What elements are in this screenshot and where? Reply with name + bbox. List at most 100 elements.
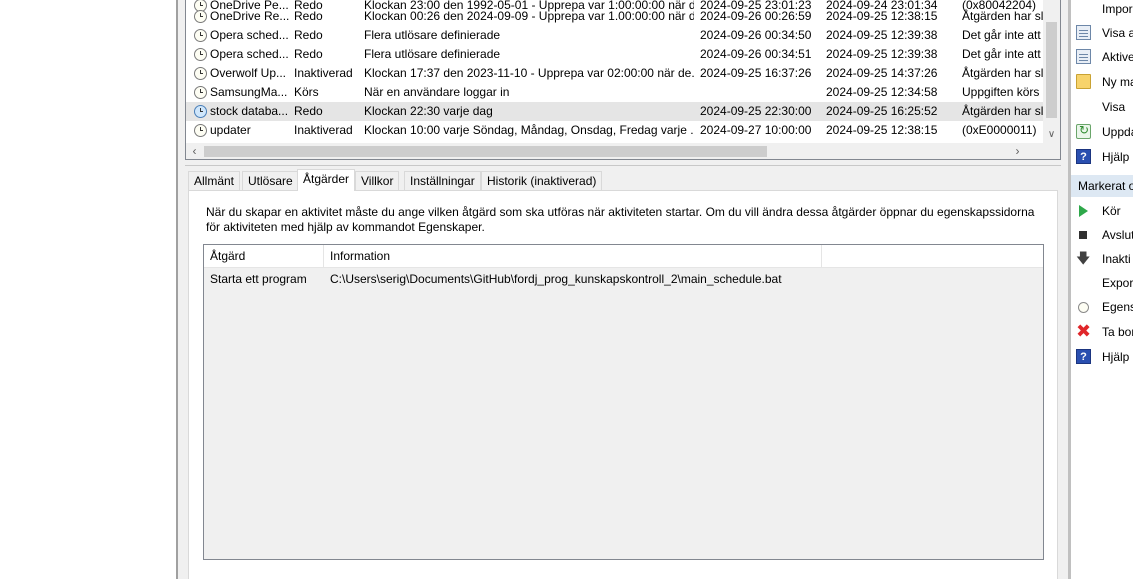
scrollbar-corner <box>1043 143 1060 159</box>
task-next-run: 2024-09-26 00:26:59 <box>700 9 812 23</box>
task-result: Det går inte att <box>962 28 1041 42</box>
action-import[interactable]: Impor <box>1071 0 1133 21</box>
task-row[interactable]: Opera sched... Redo Flera utlösare defin… <box>186 45 1044 64</box>
action-label: Visa <box>1102 100 1126 114</box>
task-last-run: 2024-09-25 12:39:38 <box>826 28 938 42</box>
center-pane: OneDrive Pe... Redo Klockan 23:00 den 19… <box>178 0 1068 579</box>
task-last-run: 2024-09-25 12:38:15 <box>826 123 938 137</box>
action-type: Starta ett program <box>210 272 307 286</box>
actions-table: Åtgärd Information Starta ett program C:… <box>203 244 1044 560</box>
clock-icon <box>194 48 207 61</box>
help-icon: ? <box>1076 349 1091 364</box>
vertical-scrollbar[interactable]: ∨ <box>1043 0 1060 143</box>
task-last-run: 2024-09-25 14:37:26 <box>826 66 938 80</box>
vertical-scroll-thumb[interactable] <box>1046 22 1057 118</box>
action-label: Aktive <box>1102 50 1133 64</box>
task-name: Opera sched... <box>210 28 289 42</box>
task-result: Det går inte att <box>962 47 1041 61</box>
new-folder-icon <box>1076 74 1091 89</box>
action-label: Expor <box>1102 276 1133 290</box>
task-next-run: 2024-09-27 10:00:00 <box>700 123 812 137</box>
task-row[interactable]: Opera sched... Redo Flera utlösare defin… <box>186 26 1044 45</box>
tab-history[interactable]: Historik (inaktiverad) <box>481 171 603 191</box>
selected-item-section-header[interactable]: Markerat o <box>1071 175 1133 197</box>
enable-history-icon <box>1076 49 1091 64</box>
clock-icon <box>194 67 207 80</box>
scroll-down-icon[interactable]: ∨ <box>1043 126 1060 143</box>
actions-tab-panel: När du skapar en aktivitet måste du ange… <box>188 190 1058 579</box>
tab-settings[interactable]: Inställningar <box>404 171 481 191</box>
task-row-selected[interactable]: stock databa... Redo Klockan 22:30 varje… <box>186 102 1044 121</box>
task-result: Åtgärden har sl <box>962 66 1044 80</box>
clock-icon <box>194 86 207 99</box>
tab-triggers[interactable]: Utlösare <box>242 171 299 191</box>
scroll-left-icon[interactable]: ‹ <box>186 143 203 159</box>
task-next-run: 2024-09-25 22:30:00 <box>700 104 812 118</box>
action-label: Ta bor <box>1102 325 1133 339</box>
task-trigger: Klockan 00:26 den 2024-09-09 - Upprepa v… <box>364 9 694 23</box>
help-icon: ? <box>1076 149 1091 164</box>
task-row[interactable]: Overwolf Up... Inaktiverad Klockan 17:37… <box>186 64 1044 83</box>
clock-icon <box>194 124 207 137</box>
action-export[interactable]: Expor <box>1071 271 1133 295</box>
action-refresh[interactable]: Uppda <box>1071 120 1133 144</box>
action-view[interactable]: Visa <box>1071 95 1133 119</box>
action-view-all[interactable]: Visa a <box>1071 21 1133 45</box>
action-enable-history[interactable]: Aktive <box>1071 45 1133 69</box>
task-list: OneDrive Pe... Redo Klockan 23:00 den 19… <box>185 0 1061 160</box>
task-name: SamsungMa... <box>210 85 288 99</box>
task-result: Uppgiften körs <box>962 85 1040 99</box>
tab-conditions[interactable]: Villkor <box>355 171 400 191</box>
task-status: Redo <box>294 28 323 42</box>
table-row[interactable]: Starta ett program C:\Users\serig\Docume… <box>204 269 1043 289</box>
column-header-action[interactable]: Åtgärd <box>204 245 324 268</box>
task-status: Redo <box>294 9 323 23</box>
task-result: Åtgärden har sl <box>962 104 1044 118</box>
action-label: Egens <box>1102 300 1133 314</box>
scroll-right-icon[interactable]: › <box>1009 143 1026 159</box>
run-icon <box>1079 205 1088 217</box>
disable-icon: 🡇 <box>1076 250 1091 266</box>
task-trigger: Flera utlösare definierade <box>364 28 501 42</box>
horizontal-scrollbar[interactable]: ‹ › <box>186 143 1044 159</box>
action-end[interactable]: Avslut <box>1071 223 1133 247</box>
view-all-icon <box>1076 25 1091 40</box>
task-status: Inaktiverad <box>294 66 353 80</box>
task-row[interactable]: SamsungMa... Körs När en användare logga… <box>186 83 1044 102</box>
horizontal-scroll-thumb[interactable] <box>204 146 767 157</box>
tab-actions[interactable]: Åtgärder <box>297 169 356 191</box>
task-row[interactable]: updater Inaktiverad Klockan 10:00 varje … <box>186 121 1044 140</box>
task-last-run: 2024-09-25 12:34:58 <box>826 85 938 99</box>
action-delete[interactable]: ✖ Ta bor <box>1071 320 1133 344</box>
task-name: OneDrive Re... <box>210 9 290 23</box>
action-run[interactable]: Kör <box>1071 199 1133 223</box>
action-label: Hjälp <box>1102 350 1130 364</box>
properties-icon <box>1078 302 1089 313</box>
task-name: stock databa... <box>210 104 289 118</box>
action-label: Impor <box>1102 2 1133 16</box>
action-help-selected[interactable]: ? Hjälp <box>1071 345 1133 369</box>
task-trigger: Klockan 22:30 varje dag <box>364 104 493 118</box>
horizontal-splitter[interactable] <box>185 160 1061 166</box>
task-result: (0xE0000011) <box>962 123 1037 137</box>
clock-icon <box>194 105 207 118</box>
action-label: Ny ma <box>1102 75 1133 89</box>
task-trigger: Klockan 17:37 den 2023-11-10 - Upprepa v… <box>364 66 694 80</box>
action-label: Inakti <box>1102 252 1131 266</box>
task-last-run: 2024-09-25 12:38:15 <box>826 9 938 23</box>
tab-general[interactable]: Allmänt <box>188 171 241 191</box>
action-help[interactable]: ? Hjälp <box>1071 145 1133 169</box>
action-label: Kör <box>1102 204 1121 218</box>
action-properties[interactable]: Egens <box>1071 295 1133 319</box>
action-disable[interactable]: 🡇 Inakti <box>1071 247 1133 271</box>
action-information: C:\Users\serig\Documents\GitHub\fordj_pr… <box>330 272 782 286</box>
task-name: Opera sched... <box>210 47 289 61</box>
actions-description: När du skapar en aktivitet måste du ange… <box>206 205 1035 234</box>
column-header-information[interactable]: Information <box>324 245 822 268</box>
action-new-folder[interactable]: Ny ma <box>1071 70 1133 94</box>
task-row[interactable]: OneDrive Re... Redo Klockan 00:26 den 20… <box>186 7 1044 26</box>
task-trigger: Flera utlösare definierade <box>364 47 501 61</box>
action-label: Uppda <box>1102 125 1133 139</box>
action-label: Hjälp <box>1102 150 1130 164</box>
task-result: Åtgärden har sl <box>962 9 1044 23</box>
